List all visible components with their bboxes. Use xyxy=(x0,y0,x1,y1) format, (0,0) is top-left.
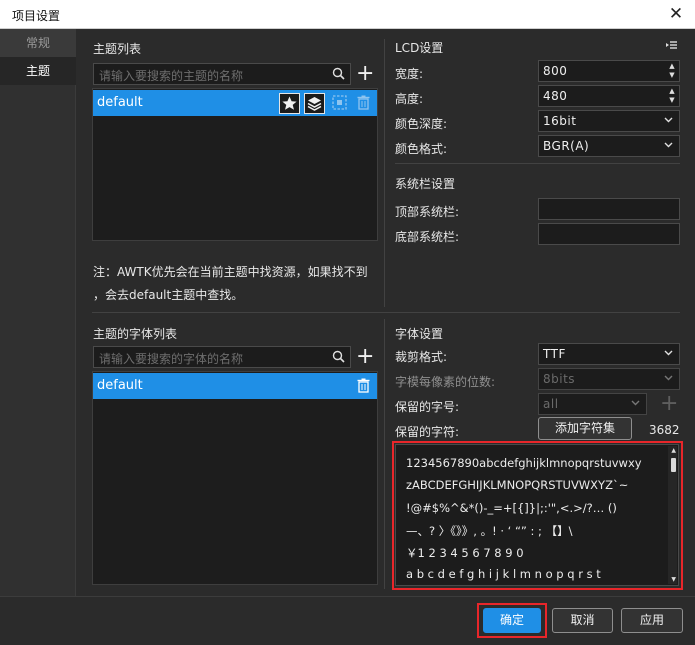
add-theme-button[interactable]: + xyxy=(356,63,374,85)
menu-icon[interactable] xyxy=(664,39,678,51)
sidebar-item-theme[interactable]: 主题 xyxy=(0,57,76,85)
color-format-label: 颜色格式: xyxy=(395,142,448,156)
char-count: 3682 xyxy=(649,423,680,437)
color-depth-label: 颜色深度: xyxy=(395,117,448,131)
crop-format-label: 裁剪格式: xyxy=(395,350,448,364)
lcd-heading: LCD设置 xyxy=(395,41,444,55)
add-font-button[interactable]: + xyxy=(356,346,374,368)
bits-per-pixel-value: 8bits xyxy=(543,372,576,386)
cancel-button[interactable]: 取消 xyxy=(552,608,613,633)
spin-arrows-icon[interactable]: ▲ ▼ xyxy=(667,62,677,80)
font-list: default xyxy=(92,371,378,585)
theme-name: default xyxy=(97,95,143,110)
chevron-down-icon xyxy=(664,142,673,148)
highlight-box xyxy=(392,441,683,590)
height-value: 480 xyxy=(543,89,568,103)
sidebar: 常规 主题 xyxy=(0,29,76,596)
trash-icon[interactable] xyxy=(354,376,375,397)
title-bar: 项目设置 ✕ xyxy=(0,0,695,29)
chevron-down-icon xyxy=(631,400,640,406)
height-label: 高度: xyxy=(395,92,424,106)
top-system-bar-field[interactable] xyxy=(538,198,680,220)
width-field[interactable]: 800 ▲ ▼ xyxy=(538,60,680,82)
font-settings-heading: 字体设置 xyxy=(395,327,444,341)
search-icon[interactable] xyxy=(332,350,345,363)
chevron-down-icon xyxy=(664,350,673,356)
bottom-system-bar-label: 底部系统栏: xyxy=(395,230,460,244)
width-value: 800 xyxy=(543,64,568,78)
close-icon[interactable]: ✕ xyxy=(665,3,687,25)
theme-search-input[interactable]: 请输入要搜索的主题的名称 xyxy=(93,63,351,85)
crop-format-select[interactable]: TTF xyxy=(538,343,680,365)
font-search-placeholder: 请输入要搜索的字体的名称 xyxy=(99,352,244,366)
reserved-size-label: 保留的字号: xyxy=(395,400,460,414)
trash-icon[interactable] xyxy=(354,93,375,114)
bottom-system-bar-field[interactable] xyxy=(538,223,680,245)
search-icon[interactable] xyxy=(332,67,345,80)
add-charset-button[interactable]: 添加字符集 xyxy=(538,417,632,440)
theme-search-placeholder: 请输入要搜索的主题的名称 xyxy=(99,69,244,83)
theme-list: default xyxy=(92,88,378,241)
section-divider xyxy=(92,312,680,313)
chevron-down-icon xyxy=(664,117,673,123)
column-divider-top xyxy=(384,39,385,307)
theme-note-line2: ，会去default主题中查找。 xyxy=(93,288,244,302)
lcd-divider xyxy=(395,163,680,164)
system-bar-heading: 系统栏设置 xyxy=(395,177,456,191)
theme-note-line1: 注：AWTK优先会在当前主题中找资源，如果找不到 xyxy=(93,265,368,279)
chevron-down-icon xyxy=(664,375,673,381)
color-depth-select[interactable]: 16bit xyxy=(538,110,680,132)
apply-button[interactable]: 应用 xyxy=(621,608,683,633)
top-system-bar-label: 顶部系统栏: xyxy=(395,205,460,219)
reserved-size-select[interactable]: all xyxy=(538,393,647,415)
star-icon[interactable] xyxy=(279,93,300,114)
theme-settings-panel: 主题列表 请输入要搜索的主题的名称 + default 注：AWTK优先会在当前… xyxy=(77,29,695,596)
bits-per-pixel-label: 字模每像素的位数: xyxy=(395,375,496,389)
theme-list-item[interactable]: default xyxy=(93,90,377,116)
spin-arrows-icon[interactable]: ▲ ▼ xyxy=(667,87,677,105)
layers-icon[interactable] xyxy=(304,93,325,114)
add-reserved-size-button[interactable]: + xyxy=(660,393,678,415)
select-icon[interactable] xyxy=(330,93,351,114)
reserved-size-value: all xyxy=(543,397,559,411)
color-depth-value: 16bit xyxy=(543,114,577,128)
height-field[interactable]: 480 ▲ ▼ xyxy=(538,85,680,107)
font-name: default xyxy=(97,378,143,393)
window-title: 项目设置 xyxy=(12,9,61,23)
column-divider-bottom xyxy=(384,319,385,589)
font-search-input[interactable]: 请输入要搜索的字体的名称 xyxy=(93,346,351,368)
crop-format-value: TTF xyxy=(543,347,566,361)
width-label: 宽度: xyxy=(395,67,424,81)
theme-list-heading: 主题列表 xyxy=(93,42,142,56)
sidebar-item-general[interactable]: 常规 xyxy=(0,29,76,57)
ok-highlight-box xyxy=(477,603,547,638)
color-format-value: BGR(A) xyxy=(543,139,590,153)
font-list-item[interactable]: default xyxy=(93,373,377,399)
footer-divider xyxy=(0,596,695,597)
bits-per-pixel-select[interactable]: 8bits xyxy=(538,368,680,390)
color-format-select[interactable]: BGR(A) xyxy=(538,135,680,157)
font-list-heading: 主题的字体列表 xyxy=(93,327,178,341)
reserved-chars-label: 保留的字符: xyxy=(395,425,460,439)
